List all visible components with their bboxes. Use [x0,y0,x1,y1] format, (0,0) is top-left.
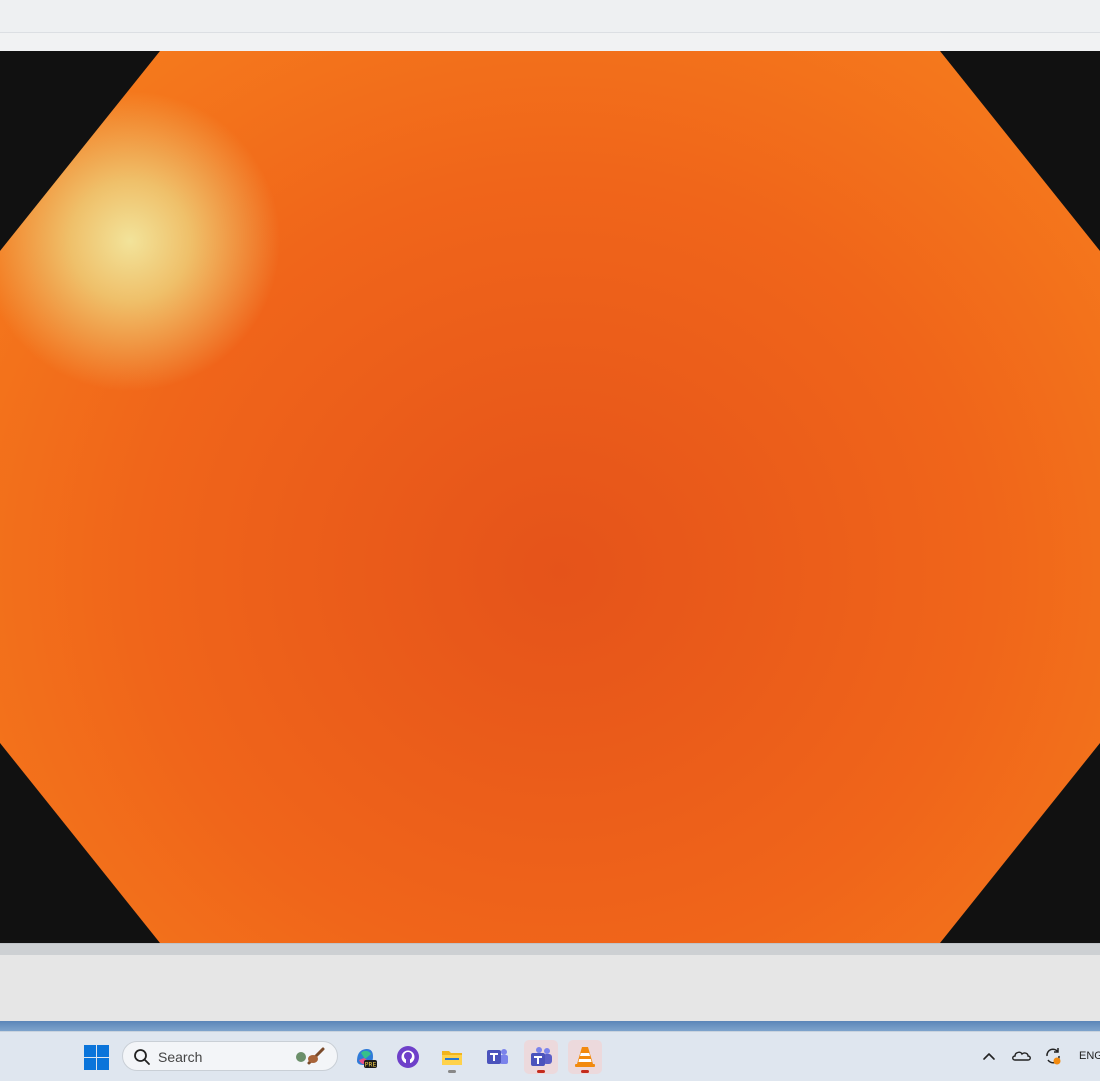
player-controls-area [0,955,1100,1021]
taskbar-app-copilot[interactable]: PRE [348,1040,382,1074]
onedrive-cloud-icon[interactable] [1010,1045,1032,1067]
taskbar-app-file-explorer[interactable] [435,1040,469,1074]
video-display[interactable] [0,51,1100,943]
taskbar-app-teams-classic[interactable] [480,1040,514,1074]
taskbar-app-vlc[interactable] [568,1040,602,1074]
search-label: Search [158,1049,203,1065]
copilot-pre-badge: PRE [365,1062,377,1069]
desktop-background-strip [0,1021,1100,1031]
language-indicator[interactable]: ENG [1079,1050,1100,1062]
file-explorer-icon [442,1051,462,1065]
video-frame-octagon [0,51,1100,943]
teams-classic-icon [487,1049,508,1064]
search-icon [134,1049,150,1065]
taskbar-app-teams[interactable] [524,1040,558,1074]
taskbar: Search PRE ENG [0,1031,1100,1081]
running-indicator [581,1070,589,1073]
window-title-bar[interactable] [0,0,1100,33]
show-hidden-icons-chevron-icon[interactable] [978,1045,1000,1067]
windows-logo-icon [84,1045,96,1057]
github-icon [397,1046,419,1068]
search-highlight-icon [296,1047,325,1065]
taskbar-search-box[interactable]: Search [122,1041,338,1071]
start-button[interactable] [82,1043,110,1071]
running-indicator [537,1070,545,1073]
sync-icon[interactable] [1042,1045,1064,1067]
window-toolbar-strip [0,33,1100,51]
teams-icon [531,1047,552,1066]
copilot-icon: PRE [357,1049,377,1069]
running-indicator [448,1070,456,1073]
vlc-icon [575,1047,595,1067]
taskbar-app-github[interactable] [391,1040,425,1074]
